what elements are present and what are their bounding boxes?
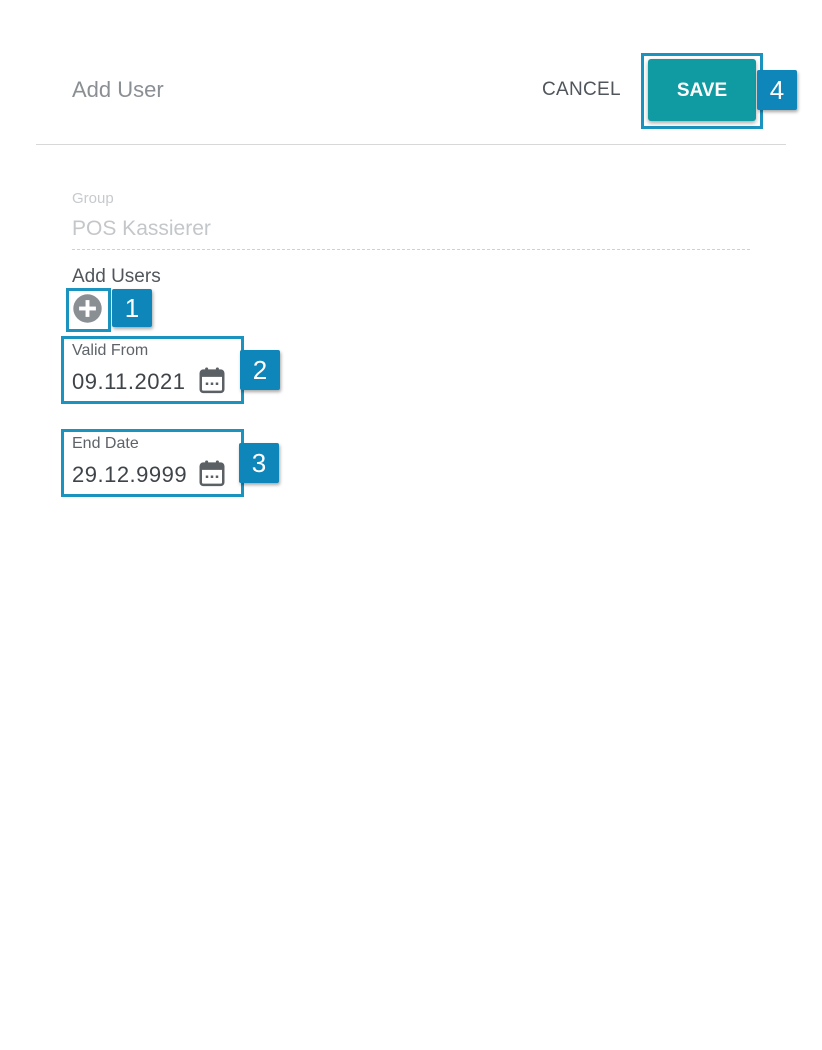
- annotation-badge-3: 3: [239, 443, 279, 483]
- valid-from-label: Valid From: [72, 342, 149, 359]
- calendar-icon[interactable]: [197, 365, 227, 395]
- calendar-icon[interactable]: [197, 458, 227, 488]
- cancel-button[interactable]: CANCEL: [530, 74, 633, 106]
- group-underline: [72, 249, 750, 250]
- plus-circle-icon[interactable]: [72, 293, 103, 324]
- group-label: Group: [72, 190, 114, 207]
- group-value: POS Kassierer: [72, 217, 211, 240]
- valid-from-value[interactable]: 09.11.2021: [72, 369, 185, 395]
- annotation-badge-2: 2: [240, 350, 280, 390]
- page-title: Add User: [72, 77, 164, 102]
- add-users-label: Add Users: [72, 266, 161, 287]
- end-date-label: End Date: [72, 435, 139, 452]
- end-date-value[interactable]: 29.12.9999: [72, 462, 187, 488]
- annotation-badge-1: 1: [112, 289, 152, 327]
- annotation-badge-4: 4: [757, 70, 797, 110]
- header-divider: [36, 144, 786, 145]
- save-button[interactable]: SAVE: [648, 59, 756, 121]
